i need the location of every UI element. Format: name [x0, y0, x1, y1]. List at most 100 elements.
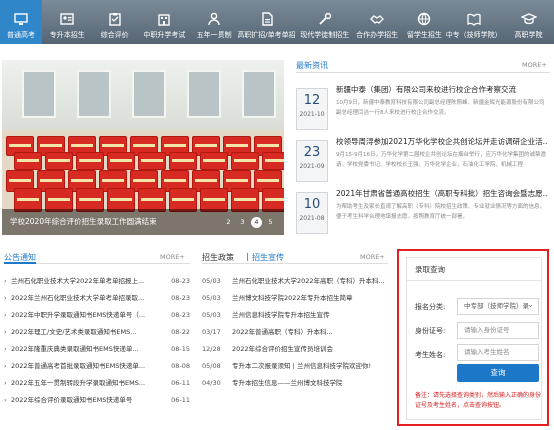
- notice-row-text: 兰州石化职业技术大学2022年单考单招报上...: [11, 277, 145, 285]
- notice-row-title[interactable]: › 2022年隆重庆典类录取通知书EMS快递单...: [4, 341, 154, 358]
- nav-item[interactable]: 专升本招生: [42, 0, 92, 44]
- news-title[interactable]: 新疆中泰（集团）有限公司来校进行校企合作考察交流: [336, 84, 548, 95]
- nav-item[interactable]: 合作办学招生: [353, 0, 401, 44]
- carousel-dot[interactable]: 3: [237, 217, 248, 228]
- nav-item[interactable]: 留学生招生: [401, 0, 447, 44]
- notice-row[interactable]: › 2022年兰州石化职业技术大学单考单招录取... 08-23: [4, 290, 190, 307]
- notice-row[interactable]: › 2022年理工/文史/艺术类录取通知书EMS... 08-22: [4, 324, 190, 341]
- carousel-dot-active[interactable]: 4: [251, 217, 262, 228]
- policy-row-title[interactable]: 兰州博文科技学院2022年专升本招生简章: [232, 290, 392, 307]
- nav-item[interactable]: 综合评价: [93, 0, 137, 44]
- notice-row-title[interactable]: › 2022年五年一贯制转段升学录取通知书EMS...: [4, 375, 154, 392]
- news-title[interactable]: 2021年甘肃省普通高校招生（高职专科批）招生咨询会暨志愿...: [336, 188, 548, 199]
- policy-row-date: 03/17: [202, 328, 221, 336]
- notice-more-link[interactable]: MORE+: [160, 253, 185, 261]
- news-date: 12 2021-10: [296, 88, 328, 130]
- nav-item-label: 五年一贯制: [196, 31, 232, 39]
- banner-parcel: [138, 152, 166, 170]
- nav-item[interactable]: 高职学院: [500, 0, 554, 44]
- notice-row-title[interactable]: › 2022年普通高考首批录取通知书EMS快递单...: [4, 358, 154, 375]
- query-button[interactable]: 查询: [457, 364, 539, 382]
- nav-item[interactable]: 中职升学考试: [137, 0, 192, 44]
- bullet-icon: ›: [4, 345, 7, 353]
- bullet-icon: ›: [4, 362, 7, 370]
- policy-row-date: 05/08: [202, 362, 221, 370]
- notice-row-title[interactable]: › 2022年兰州石化职业技术大学单考单招录取...: [4, 290, 154, 307]
- policy-row[interactable]: 03/17 2022年普通高职（专科）升本科...: [202, 324, 388, 341]
- top-nav: 普通高考 专升本招生 综合评价 中职升学考试 五年一贯制 高职扩招/单考单招 现代学徒制招生…: [0, 0, 554, 44]
- nav-item[interactable]: 高职扩招/单考单招: [237, 0, 297, 44]
- policy-more-link[interactable]: MORE+: [360, 253, 385, 261]
- banner-parcel: [169, 152, 197, 170]
- policy-row[interactable]: 05/08 专升本二次报录须知丨兰州信息科技学院欢迎你!: [202, 358, 388, 375]
- notice-row[interactable]: › 2022年中职升学录取通知书EMS快递单号（... 08-23: [4, 307, 190, 324]
- banner-window: [187, 70, 221, 118]
- notice-row[interactable]: › 兰州石化职业技术大学2022年单考单招报上... 08-23: [4, 273, 190, 290]
- notice-list: › 兰州石化职业技术大学2022年单考单招报上... 08-23 › 2022年兰州石化…: [4, 273, 190, 409]
- banner-window: [242, 70, 276, 118]
- policy-row-title[interactable]: 兰州信息科技学院专升本招生宣传: [232, 307, 392, 324]
- tab-policy[interactable]: 招生政策: [202, 252, 234, 263]
- nav-item-label: 合作办学招生: [356, 31, 399, 39]
- news-item[interactable]: 23 2021-09 校领导周浔参加2021万华化学校企共创论坛并走访调研企业活…: [296, 136, 550, 190]
- nav-item[interactable]: 五年一贯制: [192, 0, 236, 44]
- carousel-dot[interactable]: 2: [223, 217, 234, 228]
- name-input[interactable]: 请输入考生姓名: [457, 344, 539, 361]
- news-item[interactable]: 10 2021-08 2021年甘肃省普通高校招生（高职专科批）招生咨询会暨志愿…: [296, 188, 550, 242]
- nav-item-label: 高职学院: [514, 31, 543, 39]
- news-date: 10 2021-08: [296, 192, 328, 234]
- notice-row-title[interactable]: › 2022年中职升学录取通知书EMS快递单号（...: [4, 307, 154, 324]
- notice-tab-underline: [4, 262, 36, 264]
- id-number-input[interactable]: 请输入身份证号: [457, 322, 539, 339]
- policy-row[interactable]: 12/28 2022年综合评价招生宣传员培训会: [202, 341, 388, 358]
- policy-row-title[interactable]: 2022年综合评价招生宣传员培训会: [232, 341, 392, 358]
- nav-item[interactable]: 现代学徒制招生: [297, 0, 353, 44]
- policy-row-date: 05/03: [202, 277, 221, 285]
- policy-list: 05/03 兰州石化职业技术大学2022年高职（专科）升本科... 05/03 兰州博…: [202, 273, 388, 392]
- banner-parcel: [231, 152, 259, 170]
- category-select[interactable]: 中专部（技师学院）录: [457, 297, 539, 315]
- admission-query-panel: 录取查询 报名分类: 中专部（技师学院）录 身份证号: 请输入身份证号 考生姓名…: [397, 249, 549, 426]
- news-month: 2021-09: [299, 163, 325, 170]
- latest-more-link[interactable]: MORE+: [522, 61, 547, 69]
- nav-item[interactable]: 普通高考: [0, 0, 42, 44]
- notice-row-title[interactable]: › 兰州石化职业技术大学2022年单考单招报上...: [4, 273, 154, 290]
- latest-divider: [296, 72, 550, 73]
- policy-row[interactable]: 05/03 兰州石化职业技术大学2022年高职（专科）升本科...: [202, 273, 388, 290]
- banner-window: [132, 70, 166, 118]
- bullet-icon: ›: [4, 328, 7, 336]
- policy-row-title[interactable]: 2022年普通高职（专科）升本科...: [232, 324, 392, 341]
- tab-promotion[interactable]: 招生宣传: [252, 252, 284, 263]
- notice-row-title[interactable]: › 2022年综合评价录取通知书EMS快递单号: [4, 392, 154, 409]
- nav-item[interactable]: 中专（技师学院）: [445, 0, 502, 44]
- bullet-icon: ›: [4, 311, 7, 319]
- notice-row-date: 06-11: [171, 379, 190, 387]
- tab-divider: |: [246, 252, 249, 261]
- news-summary: 为帮助考生及家长直观了解高职（专科）院校招生政策、专业就业情况等方面的信息，便于…: [336, 204, 546, 220]
- policy-row-title[interactable]: 专升本招生信息——兰州博文科技学院: [232, 375, 392, 392]
- query-note: 备注：请先选择查询类别，然后输入正确的身份证号及考生姓名，点击查询按钮。: [415, 392, 542, 409]
- notice-row-date: 08-23: [171, 277, 190, 285]
- news-day: 23: [303, 145, 321, 160]
- notice-row[interactable]: › 2022年普通高考首批录取通知书EMS快递单... 08-08: [4, 358, 190, 375]
- notice-row[interactable]: › 2022年五年一贯制转段升学录取通知书EMS... 06-11: [4, 375, 190, 392]
- notice-row-title[interactable]: › 2022年理工/文史/艺术类录取通知书EMS...: [4, 324, 154, 341]
- notice-row[interactable]: › 2022年隆重庆典类录取通知书EMS快递单... 08-15: [4, 341, 190, 358]
- news-month: 2021-08: [299, 215, 325, 222]
- news-day: 10: [303, 197, 321, 212]
- news-title[interactable]: 校领导周浔参加2021万华化学校企共创论坛并走访调研企业活...: [336, 136, 548, 147]
- policy-row-title[interactable]: 专升本二次报录须知丨兰州信息科技学院欢迎你!: [232, 358, 392, 375]
- carousel-dot[interactable]: 5: [265, 217, 276, 228]
- id-card-icon: [60, 13, 74, 25]
- banner-parcel: [14, 152, 42, 170]
- notice-row-date: 08-23: [171, 311, 190, 319]
- policy-row[interactable]: 04/30 专升本招生信息——兰州博文科技学院: [202, 375, 388, 392]
- policy-row[interactable]: 05/03 兰州博文科技学院2022年专升本招生简章: [202, 290, 388, 307]
- document-icon: [261, 12, 273, 26]
- news-item[interactable]: 12 2021-10 新疆中泰（集团）有限公司来校进行校企合作考察交流 10月9…: [296, 84, 550, 138]
- policy-row[interactable]: 05/03 兰州信息科技学院专升本招生宣传: [202, 307, 388, 324]
- notice-row[interactable]: › 2022年综合评价录取通知书EMS快递单号 06-11: [4, 392, 190, 409]
- nav-item-label: 中专（技师学院）: [445, 31, 502, 39]
- policy-row-title[interactable]: 兰州石化职业技术大学2022年高职（专科）升本科...: [232, 273, 392, 290]
- banner-carousel[interactable]: 学校2020年综合评价招生录取工作圆满结束 2 3 4 5: [2, 60, 284, 235]
